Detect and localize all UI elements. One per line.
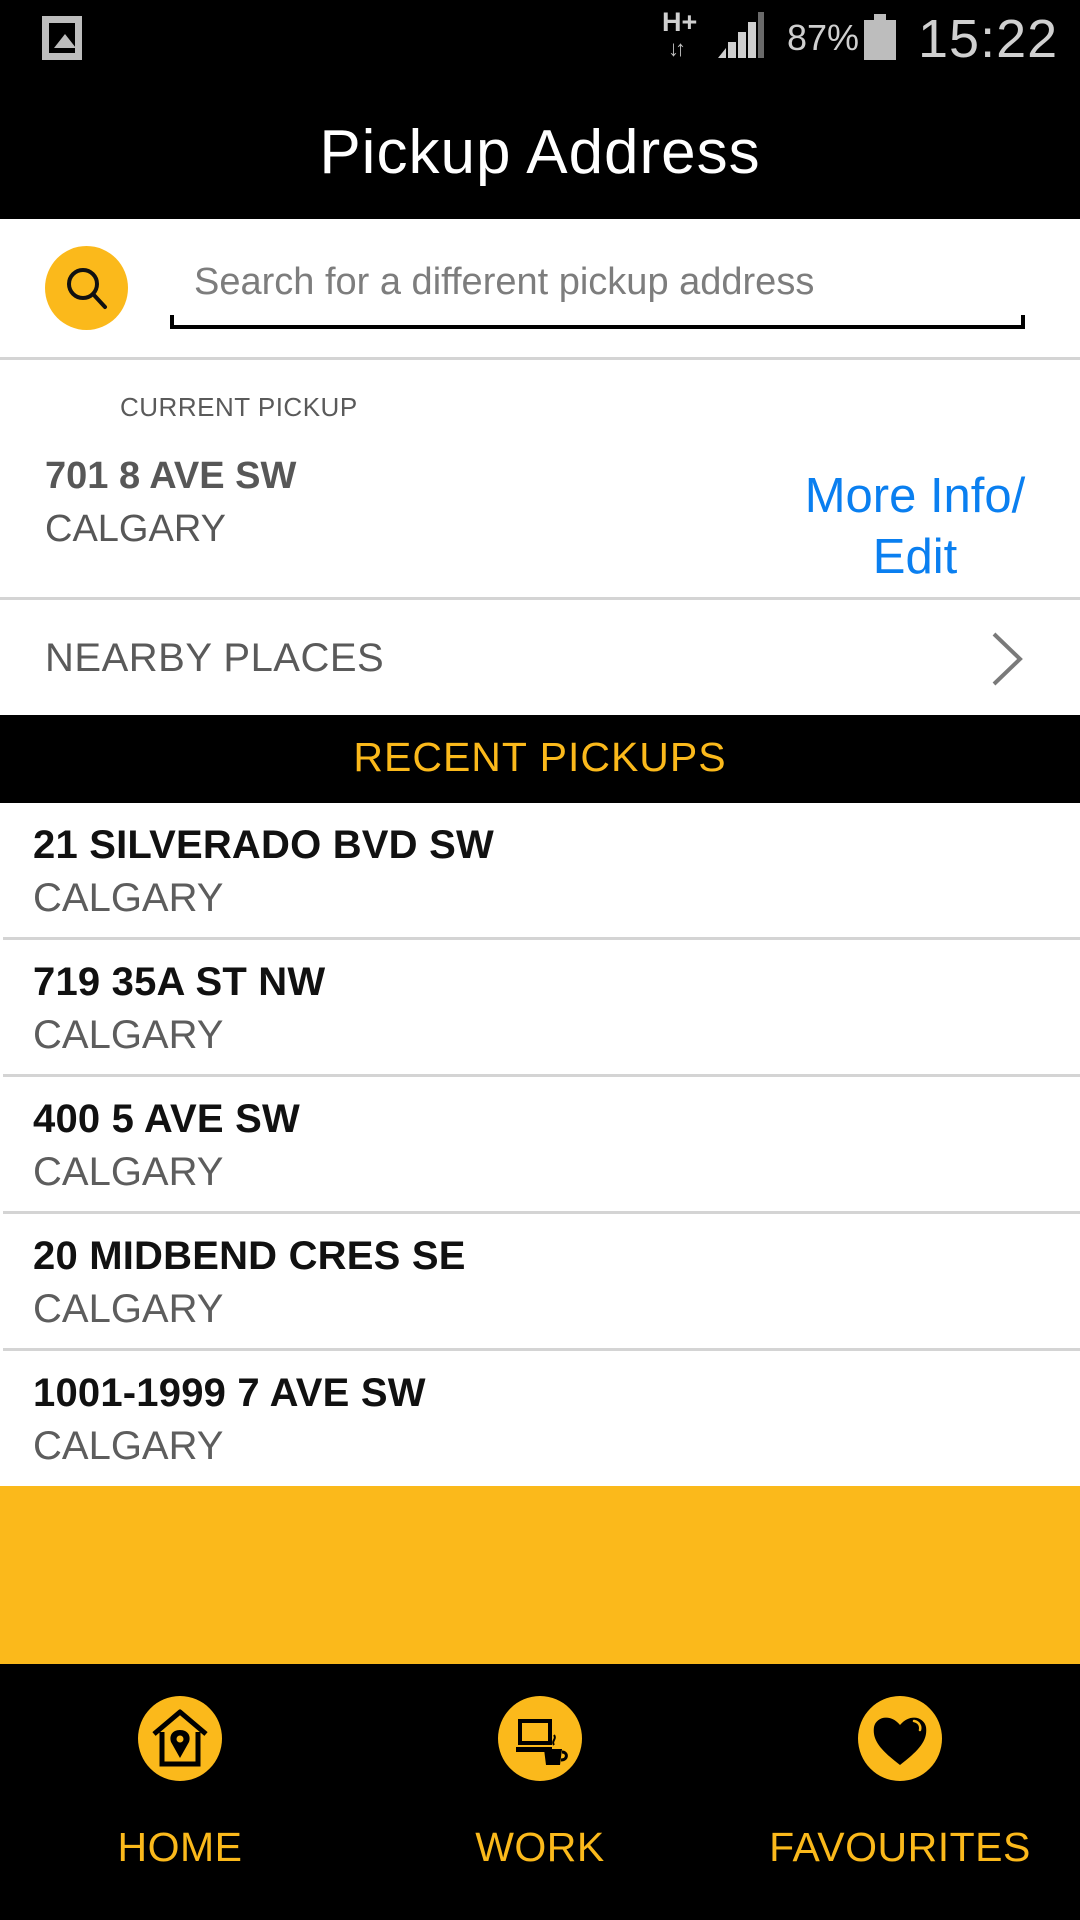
recent-pickups-title: RECENT PICKUPS xyxy=(353,733,727,780)
nearby-places-label: NEARBY PLACES xyxy=(45,636,385,680)
app-header: Pickup Address xyxy=(0,92,1080,219)
recent-pickup-item[interactable]: 719 35A ST NW CALGARY xyxy=(0,940,1080,1077)
status-bar: H+ ↓↑ 87% 15:22 xyxy=(0,0,1080,92)
accent-band xyxy=(0,1486,1080,1664)
recent-pickup-street: 719 35A ST NW xyxy=(33,960,326,1004)
current-pickup-section: CURRENT PICKUP 701 8 AVE SW CALGARY More… xyxy=(0,360,1080,598)
network-type: H+ xyxy=(662,7,698,37)
search-icon xyxy=(66,268,107,309)
nav-work-label: WORK xyxy=(475,1824,605,1870)
recent-pickup-item[interactable]: 21 SILVERADO BVD SW CALGARY xyxy=(0,803,1080,940)
nav-home[interactable]: HOME xyxy=(0,1664,360,1920)
search-button[interactable] xyxy=(45,246,128,330)
gallery-notification-icon xyxy=(42,16,82,60)
more-info-edit-link[interactable]: More Info/ Edit xyxy=(770,466,1060,588)
more-info-line1: More Info/ xyxy=(804,469,1026,523)
recent-pickups-header: RECENT PICKUPS xyxy=(0,715,1080,803)
recent-pickup-city: CALGARY xyxy=(33,1150,224,1194)
home-pin-icon xyxy=(138,1696,222,1781)
page-title: Pickup Address xyxy=(319,118,761,187)
recent-pickup-item[interactable]: 20 MIDBEND CRES SE CALGARY xyxy=(0,1214,1080,1351)
search-input[interactable] xyxy=(194,257,994,307)
signal-strength-icon xyxy=(718,12,764,58)
current-pickup-label: CURRENT PICKUP xyxy=(120,392,358,422)
nav-favourites[interactable]: FAVOURITES xyxy=(720,1664,1080,1920)
nav-work[interactable]: WORK xyxy=(360,1664,720,1920)
chevron-right-icon xyxy=(992,632,1023,686)
recent-pickup-street: 20 MIDBEND CRES SE xyxy=(33,1234,466,1278)
recent-pickup-item[interactable]: 400 5 AVE SW CALGARY xyxy=(0,1077,1080,1214)
clock: 15:22 xyxy=(918,9,1059,69)
recent-pickups-list: 21 SILVERADO BVD SW CALGARY 719 35A ST N… xyxy=(0,803,1080,1486)
current-pickup-address: 701 8 AVE SW xyxy=(45,455,297,497)
recent-pickup-street: 1001-1999 7 AVE SW xyxy=(33,1371,426,1415)
heart-icon xyxy=(858,1696,942,1781)
recent-pickup-city: CALGARY xyxy=(33,876,224,920)
nav-home-label: HOME xyxy=(117,1824,243,1870)
more-info-line2: Edit xyxy=(872,530,958,584)
recent-pickup-city: CALGARY xyxy=(33,1287,224,1331)
recent-pickup-city: CALGARY xyxy=(33,1013,224,1057)
nav-favourites-label: FAVOURITES xyxy=(769,1824,1031,1870)
recent-pickup-street: 400 5 AVE SW xyxy=(33,1097,300,1141)
battery-icon xyxy=(864,14,896,60)
bottom-nav: HOME WORK FAVOURITES xyxy=(0,1664,1080,1920)
search-row xyxy=(0,219,1080,357)
recent-pickup-item[interactable]: 1001-1999 7 AVE SW CALGARY xyxy=(0,1351,1080,1486)
laptop-coffee-icon xyxy=(498,1696,582,1781)
current-pickup-city: CALGARY xyxy=(45,508,226,550)
recent-pickup-city: CALGARY xyxy=(33,1424,224,1468)
recent-pickup-street: 21 SILVERADO BVD SW xyxy=(33,823,494,867)
battery-percent: 87% xyxy=(787,17,860,58)
search-field[interactable] xyxy=(170,239,1025,329)
data-activity-icon: ↓↑ xyxy=(668,36,686,61)
nearby-places-row[interactable]: NEARBY PLACES xyxy=(0,600,1080,715)
